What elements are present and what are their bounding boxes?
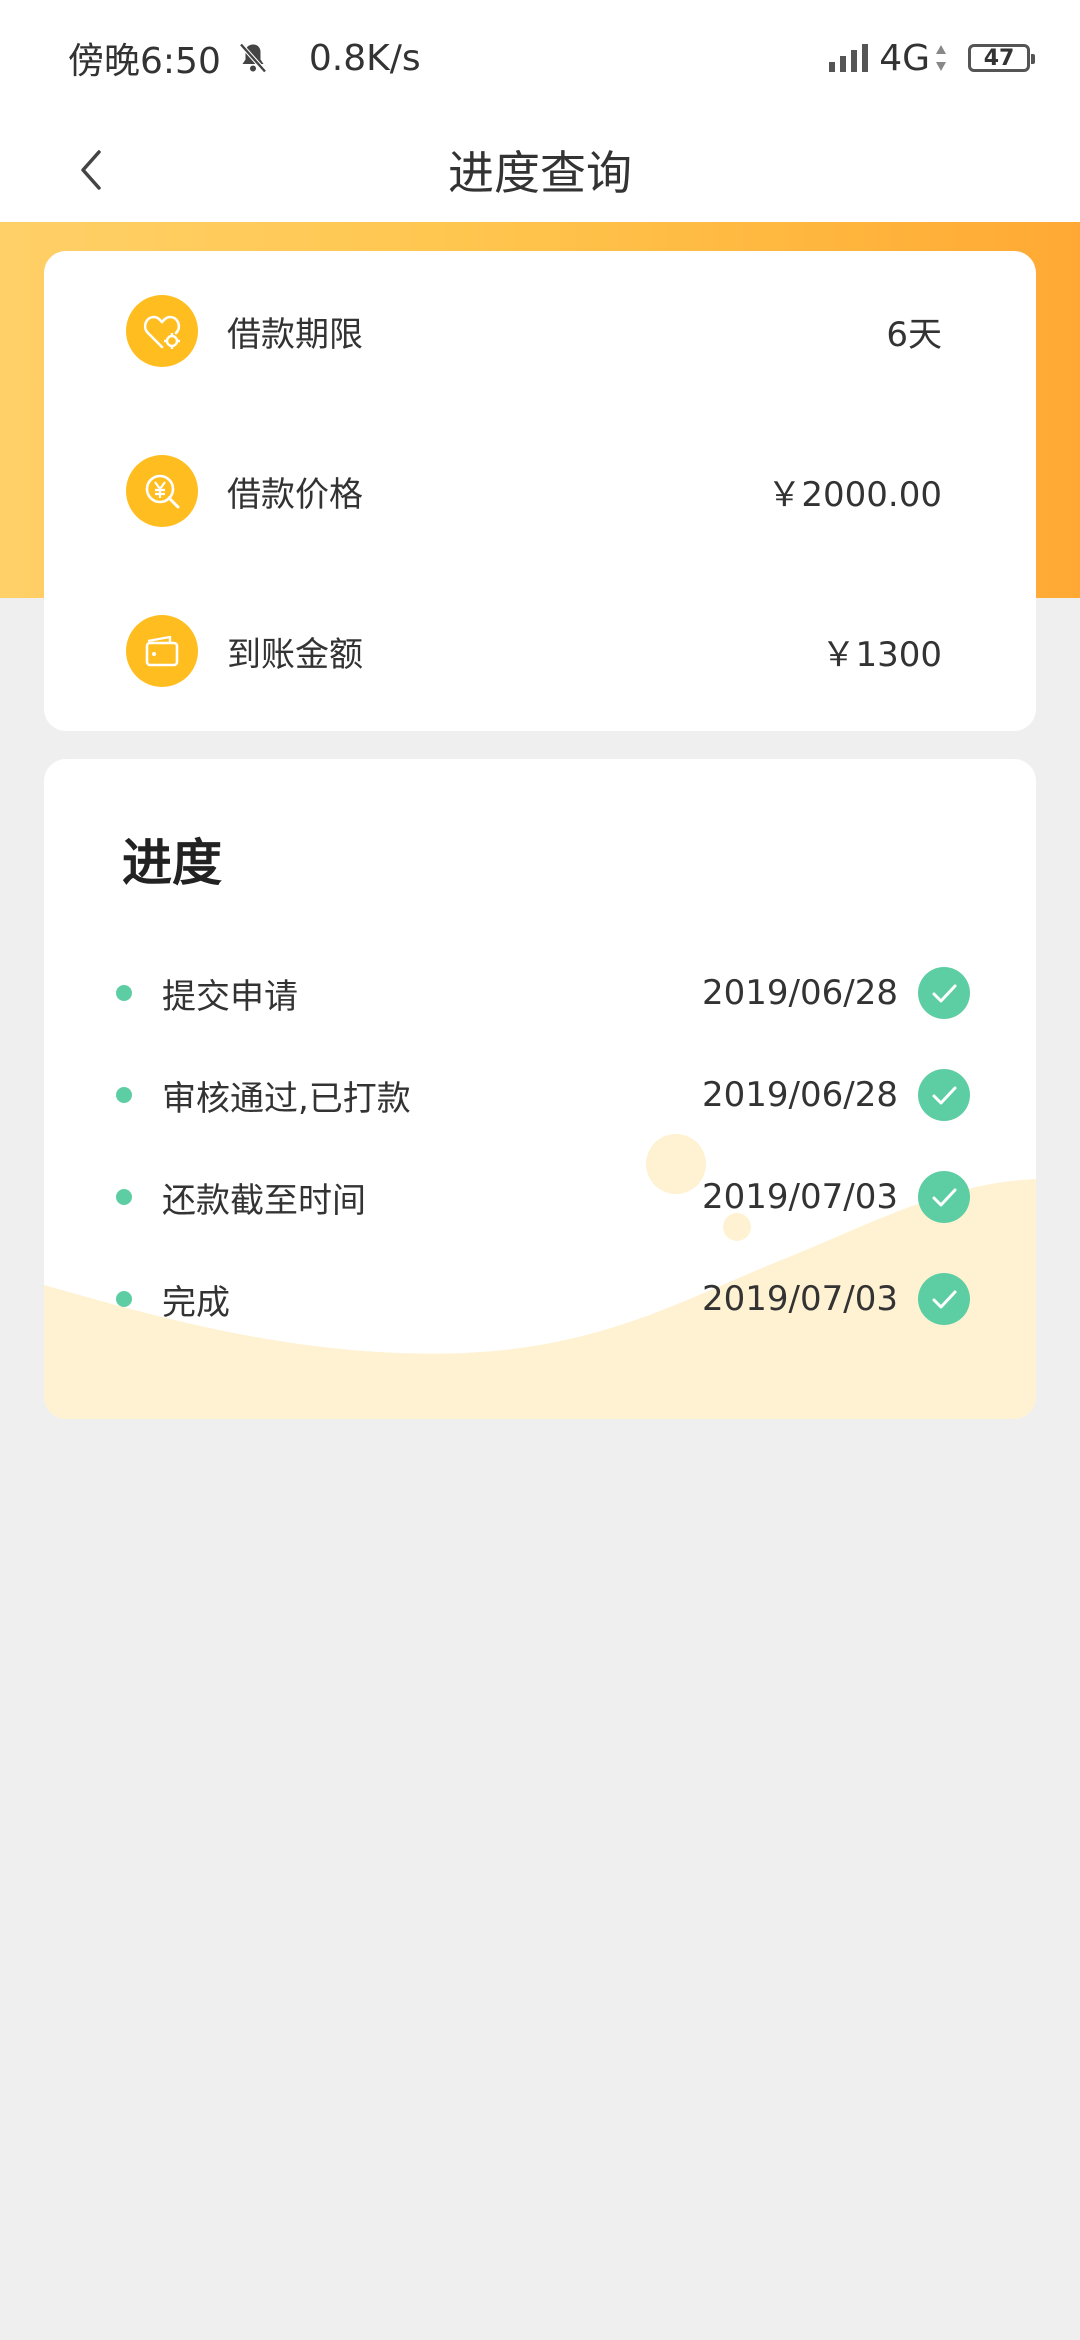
summary-label: 借款期限 (227, 314, 363, 355)
step-date: 2019/07/03 (702, 1177, 898, 1217)
page-title: 进度查询 (448, 146, 632, 200)
step-label: 还款截至时间 (162, 1180, 366, 1221)
battery-icon: 47 (968, 44, 1035, 72)
summary-value: 6天 (886, 314, 942, 355)
summary-label: 借款价格 (227, 474, 363, 515)
progress-step: 提交申请 2019/06/28 (44, 953, 1036, 1033)
step-dot (116, 1189, 132, 1205)
signal-icon (829, 44, 869, 72)
step-label: 提交申请 (162, 976, 298, 1017)
status-bar: 傍晚6:50 0.8K/s 4G 47 (0, 0, 1080, 120)
summary-row-price: 借款价格 ￥2000.00 (44, 441, 1036, 541)
status-right: 4G 47 (829, 30, 1035, 86)
heart-gear-icon (126, 295, 198, 367)
summary-row-term: 借款期限 6天 (44, 281, 1036, 381)
network-type: 4G (879, 37, 930, 79)
step-label: 完成 (162, 1282, 230, 1323)
nav-header: 进度查询 (0, 120, 1080, 222)
summary-value: ￥1300 (821, 634, 942, 675)
progress-step: 完成 2019/07/03 (44, 1259, 1036, 1339)
battery-level: 47 (983, 45, 1015, 71)
step-dot (116, 1087, 132, 1103)
step-dot (116, 1291, 132, 1307)
step-date: 2019/06/28 (702, 973, 898, 1013)
step-label: 审核通过,已打款 (162, 1078, 411, 1119)
step-date: 2019/07/03 (702, 1279, 898, 1319)
progress-card: 进度 提交申请 2019/06/28 审核通过,已打款 2019/06/28 还… (44, 759, 1036, 1419)
yen-search-icon (126, 455, 198, 527)
network-speed: 0.8K/s (308, 37, 421, 79)
progress-step: 审核通过,已打款 2019/06/28 (44, 1055, 1036, 1135)
summary-row-received: 到账金额 ￥1300 (44, 601, 1036, 701)
summary-label: 到账金额 (227, 634, 363, 675)
progress-step: 还款截至时间 2019/07/03 (44, 1157, 1036, 1237)
progress-title: 进度 (122, 834, 222, 892)
status-time: 傍晚6:50 (68, 41, 221, 82)
mute-bell-icon (239, 43, 267, 73)
data-arrows-icon (936, 45, 946, 71)
check-icon (918, 1273, 970, 1325)
status-left: 傍晚6:50 0.8K/s (68, 30, 421, 86)
step-date: 2019/06/28 (702, 1075, 898, 1115)
step-dot (116, 985, 132, 1001)
check-icon (918, 967, 970, 1019)
check-icon (918, 1171, 970, 1223)
wallet-icon (126, 615, 198, 687)
summary-value: ￥2000.00 (767, 474, 942, 515)
loan-summary-card: 借款期限 6天 借款价格 ￥2000.00 到账金额 ￥1300 (44, 251, 1036, 731)
check-icon (918, 1069, 970, 1121)
